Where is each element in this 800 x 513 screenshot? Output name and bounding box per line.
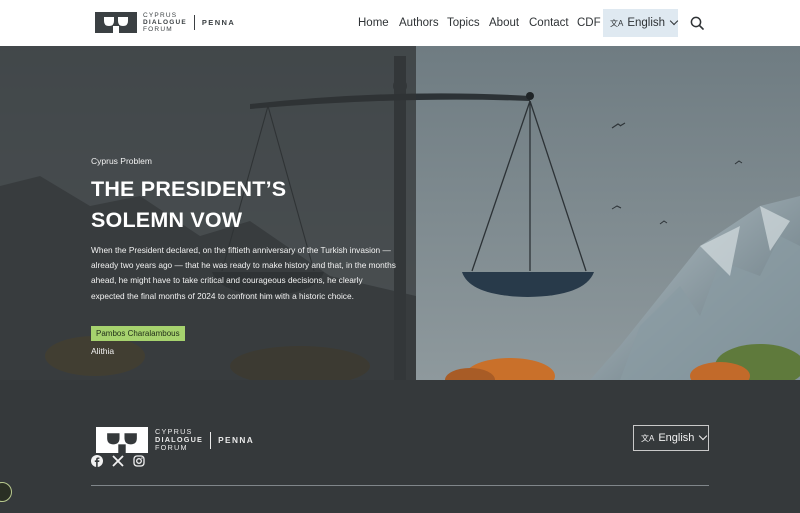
translate-icon: 文A: [641, 433, 655, 443]
article-category[interactable]: Cyprus Problem: [91, 156, 396, 166]
footer-logo[interactable]: CYPRUS DIALOGUE FORUM PENNA: [95, 427, 254, 453]
language-label: English: [627, 17, 666, 29]
logo-divider: [210, 431, 212, 449]
nav-topics[interactable]: Topics: [447, 17, 480, 29]
article-title[interactable]: THE PRESIDENT’S SOLEMN VOW: [91, 174, 396, 236]
logo-penna: PENNA: [218, 435, 255, 445]
author-badge[interactable]: Pambos Charalambous: [91, 326, 185, 341]
article-title-line2: SOLEMN VOW: [91, 208, 243, 232]
logo-mark-icon: [96, 427, 148, 453]
nav-contact[interactable]: Contact: [529, 17, 569, 29]
nav-about[interactable]: About: [489, 17, 519, 29]
facebook-icon[interactable]: [91, 454, 103, 467]
search-icon[interactable]: [690, 16, 704, 30]
chevron-down-icon: [699, 431, 708, 441]
translate-icon: 文A: [610, 18, 624, 28]
nav-cdf[interactable]: CDF: [577, 17, 601, 29]
footer-divider: [91, 485, 709, 486]
nav-authors[interactable]: Authors: [399, 17, 439, 29]
article-title-line1: THE PRESIDENT’S: [91, 177, 287, 201]
site-footer: CYPRUS DIALOGUE FORUM PENNA 文A English: [0, 380, 800, 513]
nav-home[interactable]: Home: [358, 17, 389, 29]
logo-line-forum: FORUM: [155, 443, 188, 452]
main-nav: Home Authors Topics About Contact CDF 文A…: [0, 0, 800, 46]
footer-logo-wordmark: CYPRUS DIALOGUE FORUM: [155, 428, 203, 452]
chevron-down-icon: [669, 16, 679, 26]
footer-language-selector[interactable]: 文A English: [633, 425, 709, 451]
article-excerpt: When the President declared, on the fift…: [91, 245, 396, 301]
site-header: CYPRUS DIALOGUE FORUM PENNA Home Authors…: [0, 0, 800, 46]
language-selector[interactable]: 文A English: [603, 9, 679, 37]
social-links: [91, 454, 145, 467]
hero-article[interactable]: Cyprus Problem THE PRESIDENT’S SOLEMN VO…: [0, 46, 800, 380]
instagram-icon[interactable]: [133, 454, 145, 467]
language-label: English: [658, 432, 695, 444]
x-icon[interactable]: [112, 454, 124, 467]
article-source: Alithia: [91, 346, 115, 356]
hero-text-block: Cyprus Problem THE PRESIDENT’S SOLEMN VO…: [91, 156, 396, 304]
